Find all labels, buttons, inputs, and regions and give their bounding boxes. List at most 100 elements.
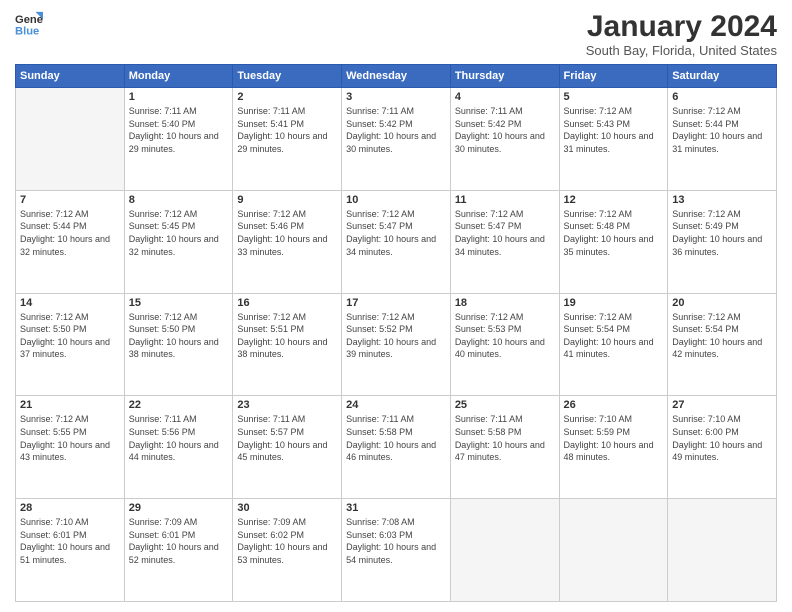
day-number: 23 [237,399,337,411]
day-number: 3 [346,91,446,103]
day-info: Sunrise: 7:09 AM Sunset: 6:02 PM Dayligh… [237,516,337,566]
day-number: 22 [129,399,229,411]
day-info: Sunrise: 7:11 AM Sunset: 5:42 PM Dayligh… [455,105,555,155]
header-friday: Friday [559,65,668,88]
day-info: Sunrise: 7:12 AM Sunset: 5:55 PM Dayligh… [20,413,120,463]
week-row-1: 1 Sunrise: 7:11 AM Sunset: 5:40 PM Daylig… [16,88,777,191]
day-number: 10 [346,194,446,206]
day-number: 21 [20,399,120,411]
table-row: 14 Sunrise: 7:12 AM Sunset: 5:50 PM Dayli… [16,293,125,396]
table-row: 5 Sunrise: 7:12 AM Sunset: 5:43 PM Daylig… [559,88,668,191]
table-row: 2Sunrise: 7:11 AM Sunset: 5:41 PM Daylig… [233,88,342,191]
header-thursday: Thursday [450,65,559,88]
table-row [450,499,559,602]
table-row: 23Sunrise: 7:11 AM Sunset: 5:57 PM Dayli… [233,396,342,499]
calendar-table: Sunday Monday Tuesday Wednesday Thursday… [15,64,777,602]
day-number: 17 [346,297,446,309]
header-saturday: Saturday [668,65,777,88]
week-row-4: 21 Sunrise: 7:12 AM Sunset: 5:55 PM Dayli… [16,396,777,499]
day-info: Sunrise: 7:12 AM Sunset: 5:52 PM Dayligh… [346,311,446,361]
table-row: 22 Sunrise: 7:11 AM Sunset: 5:56 PM Dayli… [124,396,233,499]
logo-icon: General Blue [15,10,43,38]
day-number: 29 [129,502,229,514]
table-row: 30Sunrise: 7:09 AM Sunset: 6:02 PM Dayli… [233,499,342,602]
day-number: 20 [672,297,772,309]
day-info: Sunrise: 7:12 AM Sunset: 5:47 PM Dayligh… [455,208,555,258]
day-info: Sunrise: 7:11 AM Sunset: 5:58 PM Dayligh… [346,413,446,463]
day-number: 4 [455,91,555,103]
day-number: 8 [129,194,229,206]
svg-text:General: General [15,14,43,26]
day-info: Sunrise: 7:12 AM Sunset: 5:50 PM Dayligh… [129,311,229,361]
page: General Blue January 2024 South Bay, Flo… [0,0,792,612]
day-info: Sunrise: 7:12 AM Sunset: 5:45 PM Dayligh… [129,208,229,258]
title-section: January 2024 South Bay, Florida, United … [586,10,777,58]
day-info: Sunrise: 7:11 AM Sunset: 5:42 PM Dayligh… [346,105,446,155]
table-row: 31 Sunrise: 7:08 AM Sunset: 6:03 PM Dayli… [342,499,451,602]
table-row: 12 Sunrise: 7:12 AM Sunset: 5:48 PM Dayli… [559,190,668,293]
day-info: Sunrise: 7:10 AM Sunset: 6:01 PM Dayligh… [20,516,120,566]
day-info: Sunrise: 7:12 AM Sunset: 5:54 PM Dayligh… [672,311,772,361]
day-info: Sunrise: 7:08 AM Sunset: 6:03 PM Dayligh… [346,516,446,566]
day-info: Sunrise: 7:11 AM Sunset: 5:56 PM Dayligh… [129,413,229,463]
table-row: 7Sunrise: 7:12 AM Sunset: 5:44 PM Daylig… [16,190,125,293]
day-number: 19 [564,297,664,309]
table-row: 19 Sunrise: 7:12 AM Sunset: 5:54 PM Dayli… [559,293,668,396]
day-number: 5 [564,91,664,103]
day-number: 24 [346,399,446,411]
header-sunday: Sunday [16,65,125,88]
header-tuesday: Tuesday [233,65,342,88]
day-number: 12 [564,194,664,206]
table-row: 8 Sunrise: 7:12 AM Sunset: 5:45 PM Daylig… [124,190,233,293]
table-row: 11Sunrise: 7:12 AM Sunset: 5:47 PM Dayli… [450,190,559,293]
day-info: Sunrise: 7:12 AM Sunset: 5:49 PM Dayligh… [672,208,772,258]
table-row: 18Sunrise: 7:12 AM Sunset: 5:53 PM Dayli… [450,293,559,396]
day-info: Sunrise: 7:11 AM Sunset: 5:58 PM Dayligh… [455,413,555,463]
table-row: 13Sunrise: 7:12 AM Sunset: 5:49 PM Dayli… [668,190,777,293]
main-title: January 2024 [586,10,777,43]
table-row [559,499,668,602]
day-info: Sunrise: 7:12 AM Sunset: 5:54 PM Dayligh… [564,311,664,361]
table-row [16,88,125,191]
day-info: Sunrise: 7:09 AM Sunset: 6:01 PM Dayligh… [129,516,229,566]
table-row: 28Sunrise: 7:10 AM Sunset: 6:01 PM Dayli… [16,499,125,602]
table-row: 10Sunrise: 7:12 AM Sunset: 5:47 PM Dayli… [342,190,451,293]
day-info: Sunrise: 7:12 AM Sunset: 5:48 PM Dayligh… [564,208,664,258]
day-number: 6 [672,91,772,103]
table-row: 15Sunrise: 7:12 AM Sunset: 5:50 PM Dayli… [124,293,233,396]
table-row: 24 Sunrise: 7:11 AM Sunset: 5:58 PM Dayli… [342,396,451,499]
table-row: 6 Sunrise: 7:12 AM Sunset: 5:44 PM Daylig… [668,88,777,191]
day-number: 2 [237,91,337,103]
day-number: 26 [564,399,664,411]
day-info: Sunrise: 7:12 AM Sunset: 5:53 PM Dayligh… [455,311,555,361]
header-wednesday: Wednesday [342,65,451,88]
day-info: Sunrise: 7:12 AM Sunset: 5:44 PM Dayligh… [672,105,772,155]
subtitle: South Bay, Florida, United States [586,43,777,58]
day-info: Sunrise: 7:12 AM Sunset: 5:46 PM Dayligh… [237,208,337,258]
day-info: Sunrise: 7:12 AM Sunset: 5:50 PM Dayligh… [20,311,120,361]
svg-text:Blue: Blue [15,25,39,37]
table-row [668,499,777,602]
week-row-5: 28Sunrise: 7:10 AM Sunset: 6:01 PM Dayli… [16,499,777,602]
weekday-header-row: Sunday Monday Tuesday Wednesday Thursday… [16,65,777,88]
day-info: Sunrise: 7:12 AM Sunset: 5:51 PM Dayligh… [237,311,337,361]
table-row: 3 Sunrise: 7:11 AM Sunset: 5:42 PM Daylig… [342,88,451,191]
day-number: 16 [237,297,337,309]
day-number: 31 [346,502,446,514]
day-number: 7 [20,194,120,206]
day-number: 1 [129,91,229,103]
day-number: 25 [455,399,555,411]
week-row-2: 7Sunrise: 7:12 AM Sunset: 5:44 PM Daylig… [16,190,777,293]
table-row: 26 Sunrise: 7:10 AM Sunset: 5:59 PM Dayli… [559,396,668,499]
table-row: 21 Sunrise: 7:12 AM Sunset: 5:55 PM Dayli… [16,396,125,499]
day-number: 9 [237,194,337,206]
day-number: 14 [20,297,120,309]
week-row-3: 14 Sunrise: 7:12 AM Sunset: 5:50 PM Dayli… [16,293,777,396]
table-row: 29 Sunrise: 7:09 AM Sunset: 6:01 PM Dayli… [124,499,233,602]
table-row: 27Sunrise: 7:10 AM Sunset: 6:00 PM Dayli… [668,396,777,499]
day-info: Sunrise: 7:11 AM Sunset: 5:40 PM Dayligh… [129,105,229,155]
logo: General Blue [15,10,43,38]
day-info: Sunrise: 7:12 AM Sunset: 5:43 PM Dayligh… [564,105,664,155]
day-info: Sunrise: 7:10 AM Sunset: 5:59 PM Dayligh… [564,413,664,463]
table-row: 1 Sunrise: 7:11 AM Sunset: 5:40 PM Daylig… [124,88,233,191]
